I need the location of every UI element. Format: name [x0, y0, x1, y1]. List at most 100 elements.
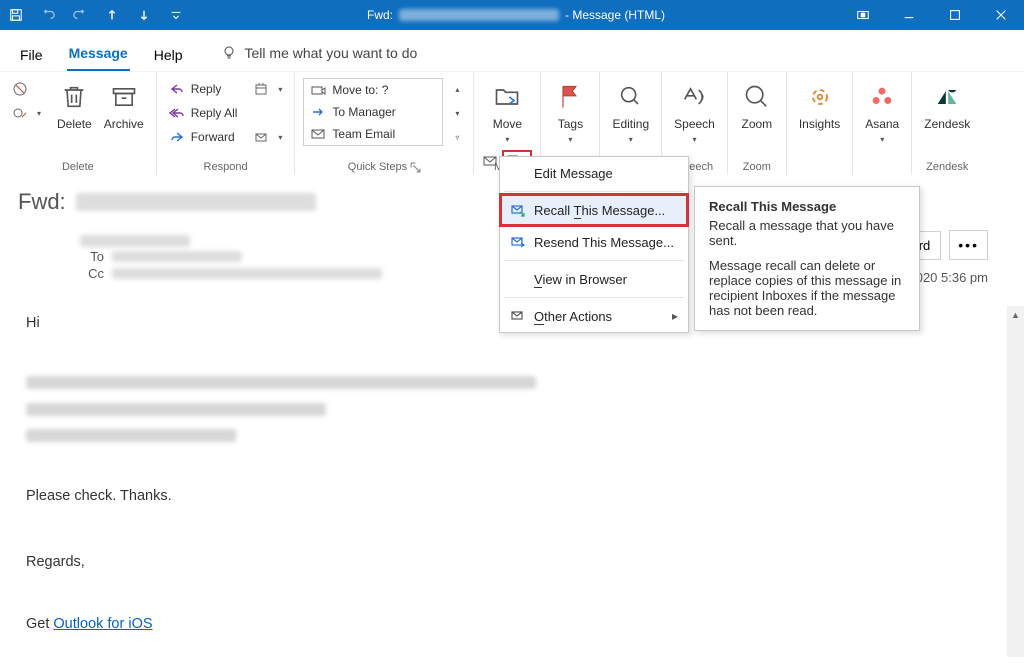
subject-prefix: Fwd:	[18, 189, 66, 215]
body-blur-3	[26, 429, 236, 442]
tab-help[interactable]: Help	[152, 37, 185, 71]
reply-all-button[interactable]: Reply All	[165, 102, 242, 124]
to-label: To	[80, 249, 104, 264]
window-title: Fwd: - Message (HTML)	[192, 8, 840, 22]
recall-tooltip: Recall This Message Recall a message tha…	[694, 186, 920, 331]
delete-label: Delete	[57, 118, 92, 131]
cc-blurred	[112, 268, 382, 279]
message-body: Hi Please check. Thanks. Regards, Get Ou…	[0, 285, 1024, 663]
menu-resend-message[interactable]: Resend This Message...	[500, 226, 688, 258]
qs-move-to[interactable]: Move to: ?	[304, 79, 442, 101]
prev-item-icon[interactable]	[96, 0, 128, 30]
undo-icon[interactable]	[32, 0, 64, 30]
menu-tabs: File Message Help Tell me what you want …	[0, 30, 1024, 71]
qs-expand[interactable]: ▿	[449, 126, 465, 148]
group-zendesk-label: Zendesk	[926, 161, 968, 173]
insights-button[interactable]: Insights	[795, 78, 844, 133]
qs-scroll-down[interactable]: ▾	[449, 102, 465, 124]
menu-view-in-browser[interactable]: View in Browser	[500, 263, 688, 295]
insights-label: Insights	[799, 118, 840, 131]
window-controls	[840, 0, 1024, 30]
quick-steps-gallery[interactable]: Move to: ? To Manager Team Email	[303, 78, 443, 146]
menu-separator	[504, 260, 684, 261]
asana-button[interactable]: Asana ▾	[861, 78, 903, 146]
group-zoom: Zoom Zoom	[728, 72, 787, 175]
tags-label: Tags	[558, 118, 583, 131]
dialog-launcher-icon[interactable]	[410, 162, 421, 173]
actions-menu: Edit Message Recall This Message... Rese…	[499, 156, 689, 333]
speech-button[interactable]: Speech ▾	[670, 78, 719, 146]
zendesk-button[interactable]: Zendesk	[920, 78, 974, 133]
reply-label: Reply	[191, 82, 222, 96]
group-insights: Insights	[787, 72, 853, 175]
tags-button[interactable]: Tags ▾	[549, 78, 591, 146]
archive-label: Archive	[104, 118, 144, 131]
ignore-button[interactable]	[8, 78, 45, 100]
reply-all-label: Reply All	[191, 106, 238, 120]
qs-to-manager[interactable]: To Manager	[304, 101, 442, 123]
vertical-scrollbar[interactable]: ▲	[1007, 306, 1024, 657]
archive-button[interactable]: Archive	[100, 78, 148, 133]
move-label: Move	[493, 118, 522, 131]
reply-button[interactable]: Reply	[165, 78, 242, 100]
tell-me-search[interactable]: Tell me what you want to do	[221, 45, 418, 71]
editing-label: Editing	[612, 118, 649, 131]
forward-label: Forward	[191, 130, 235, 144]
next-item-icon[interactable]	[128, 0, 160, 30]
qs-scroll-up[interactable]: ▴	[449, 78, 465, 100]
move-button[interactable]: Move ▾	[486, 78, 528, 144]
to-blurred	[112, 251, 242, 262]
zoom-button[interactable]: Zoom	[736, 78, 778, 133]
more-respond-button[interactable]: ▾	[249, 126, 286, 148]
outlook-ios-link[interactable]: Outlook for iOS	[53, 616, 152, 632]
menu-edit-message[interactable]: Edit Message	[500, 157, 688, 189]
customize-qat-icon[interactable]	[160, 0, 192, 30]
redo-icon[interactable]	[64, 0, 96, 30]
submenu-arrow-icon: ▸	[672, 309, 678, 323]
asana-icon	[865, 80, 899, 114]
tab-message[interactable]: Message	[67, 35, 130, 71]
other-actions-icon	[510, 308, 526, 324]
archive-icon	[107, 80, 141, 114]
group-zoom-label: Zoom	[743, 161, 771, 173]
group-quick-steps: Move to: ? To Manager Team Email ▴ ▾ ▿ Q…	[295, 72, 474, 175]
qs-team-email[interactable]: Team Email	[304, 123, 442, 145]
tooltip-line1: Recall a message that you have sent.	[709, 218, 905, 248]
zoom-label: Zoom	[742, 118, 773, 131]
minimize-icon[interactable]	[886, 0, 932, 30]
asana-label: Asana	[865, 118, 899, 131]
more-actions-button[interactable]: •••	[949, 230, 988, 260]
save-icon[interactable]	[0, 0, 32, 30]
menu-other-actions[interactable]: Other Actions ▸	[500, 300, 688, 332]
menu-recall-message[interactable]: Recall This Message...	[500, 194, 688, 226]
delete-button[interactable]: Delete	[53, 78, 96, 133]
title-prefix: Fwd:	[367, 8, 393, 22]
scroll-up-icon[interactable]: ▲	[1007, 306, 1024, 323]
maximize-icon[interactable]	[932, 0, 978, 30]
tell-me-text: Tell me what you want to do	[245, 45, 418, 61]
zendesk-label: Zendesk	[924, 118, 970, 131]
resend-icon	[510, 234, 526, 250]
from-blurred	[80, 235, 190, 247]
ribbon-display-icon[interactable]	[840, 0, 886, 30]
trash-icon	[57, 80, 91, 114]
menu-separator	[504, 297, 684, 298]
close-icon[interactable]	[978, 0, 1024, 30]
meeting-button[interactable]: ▾	[249, 78, 286, 100]
message-date: 2020 5:36 pm	[908, 270, 988, 285]
insights-icon	[803, 80, 837, 114]
forward-button[interactable]: Forward	[165, 126, 242, 148]
read-aloud-icon	[677, 80, 711, 114]
group-delete: ▾ Delete Archive Delete	[0, 72, 157, 175]
subject-blurred	[76, 193, 316, 211]
tab-file[interactable]: File	[18, 37, 45, 71]
body-signature: Get Outlook for iOS	[26, 614, 998, 636]
title-blurred	[399, 9, 559, 21]
cc-label: Cc	[80, 266, 104, 281]
group-zendesk: Zendesk Zendesk	[912, 72, 982, 175]
tooltip-title: Recall This Message	[709, 199, 905, 214]
body-blur-1	[26, 376, 536, 389]
editing-button[interactable]: Editing ▾	[608, 78, 653, 146]
speech-label: Speech	[674, 118, 715, 131]
junk-button[interactable]: ▾	[8, 102, 45, 124]
